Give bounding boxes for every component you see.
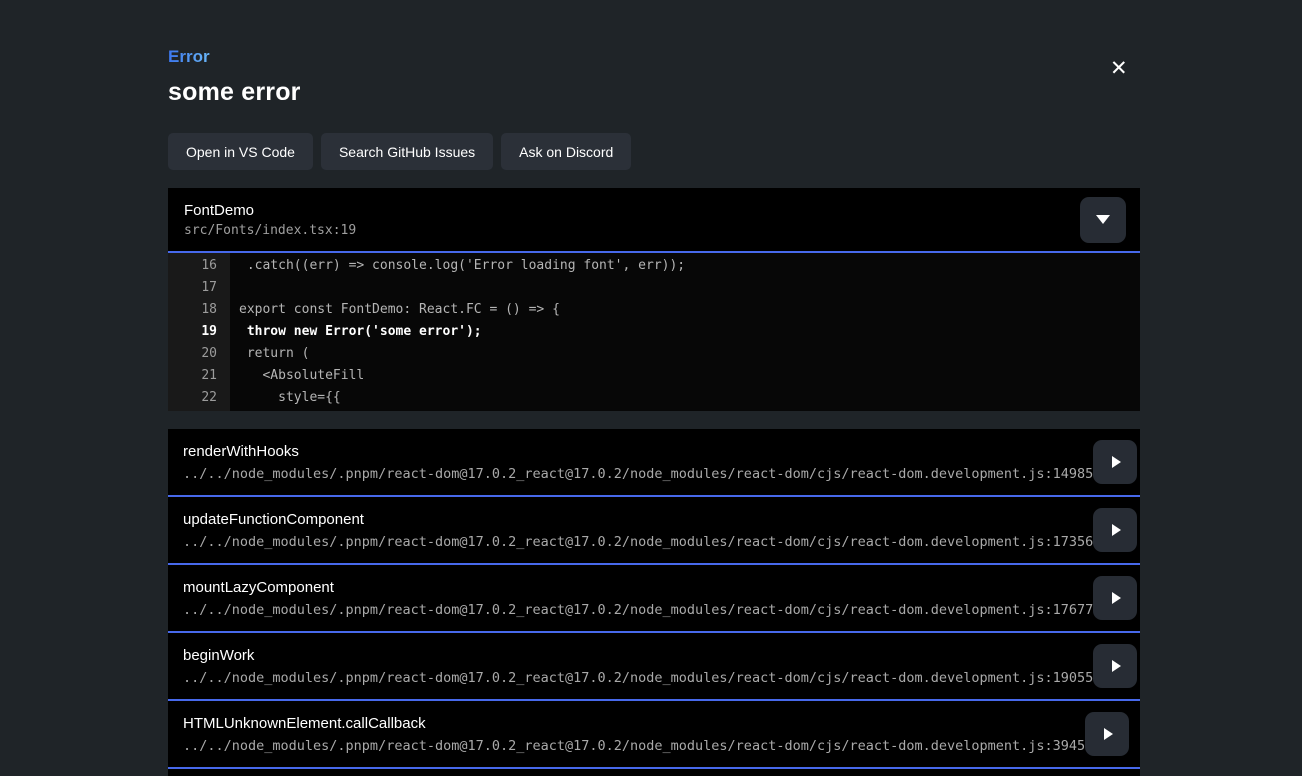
code-frame-location: src/Fonts/index.tsx:19 [184, 223, 356, 238]
stack-frame-name: HTMLUnknownElement.callCallback [183, 715, 1085, 732]
error-type-label: Error [168, 47, 210, 67]
code-snippet: 16 .catch((err) => console.log('Error lo… [168, 253, 1140, 411]
stack-frame-path: ../../node_modules/.pnpm/react-dom@17.0.… [183, 466, 1093, 482]
line-number: 20 [168, 343, 230, 365]
code-line: 16 .catch((err) => console.log('Error lo… [168, 255, 1140, 277]
expand-stack-frame-button[interactable] [1093, 576, 1137, 620]
line-number: 19 [168, 321, 230, 343]
code-frame: FontDemo src/Fonts/index.tsx:19 16 .catc… [168, 188, 1140, 411]
close-icon: ✕ [1110, 56, 1128, 80]
stack-frame-path: ../../node_modules/.pnpm/react-dom@17.0.… [183, 738, 1085, 754]
stack-frame-info: renderWithHooks ../../node_modules/.pnpm/… [183, 443, 1093, 482]
error-overlay: Error some error Open in VS Code Search … [168, 0, 1140, 776]
line-text: style={{ [230, 387, 341, 409]
code-frame-header: FontDemo src/Fonts/index.tsx:19 [168, 188, 1140, 253]
play-icon [1112, 592, 1121, 604]
collapse-frame-button[interactable] [1080, 197, 1126, 243]
stack-frame-row: updateFunctionComponent ../../node_module… [168, 497, 1140, 565]
stack-frame-info: HTMLUnknownElement.callCallback ../../nod… [183, 715, 1085, 754]
line-number: 22 [168, 387, 230, 409]
stack-frame-name: mountLazyComponent [183, 579, 1093, 596]
stack-frame-path: ../../node_modules/.pnpm/react-dom@17.0.… [183, 602, 1093, 618]
line-text: export const FontDemo: React.FC = () => … [230, 299, 560, 321]
line-text: <AbsoluteFill [230, 365, 364, 387]
line-number: 16 [168, 255, 230, 277]
line-text: throw new Error('some error'); [230, 321, 482, 343]
line-number: 17 [168, 277, 230, 299]
ask-on-discord-button[interactable]: Ask on Discord [501, 133, 631, 170]
line-number: 18 [168, 299, 230, 321]
stack-frame-name: updateFunctionComponent [183, 511, 1093, 528]
search-github-issues-button[interactable]: Search GitHub Issues [321, 133, 493, 170]
play-icon [1104, 728, 1113, 740]
stack-frame-info: mountLazyComponent ../../node_modules/.pn… [183, 579, 1093, 618]
stack-frame-name: beginWork [183, 647, 1093, 664]
open-in-vscode-button[interactable]: Open in VS Code [168, 133, 313, 170]
stack-frame-info: updateFunctionComponent ../../node_module… [183, 511, 1093, 550]
stack-frame-row: beginWork ../../node_modules/.pnpm/react-… [168, 633, 1140, 701]
code-line-highlighted: 19 throw new Error('some error'); [168, 321, 1140, 343]
stack-frame-row [168, 769, 1140, 776]
line-number: 21 [168, 365, 230, 387]
code-line: 17 [168, 277, 1140, 299]
stack-frame-row: HTMLUnknownElement.callCallback ../../nod… [168, 701, 1140, 769]
stack-frame-list: renderWithHooks ../../node_modules/.pnpm/… [168, 429, 1140, 776]
play-icon [1112, 660, 1121, 672]
code-line: 18export const FontDemo: React.FC = () =… [168, 299, 1140, 321]
stack-frame-path: ../../node_modules/.pnpm/react-dom@17.0.… [183, 670, 1093, 686]
play-icon [1112, 456, 1121, 468]
close-button[interactable]: ✕ [1110, 58, 1128, 79]
code-line: 20 return ( [168, 343, 1140, 365]
code-frame-heading: FontDemo src/Fonts/index.tsx:19 [184, 202, 356, 238]
stack-frame-path: ../../node_modules/.pnpm/react-dom@17.0.… [183, 534, 1093, 550]
code-line: 22 style={{ [168, 387, 1140, 409]
expand-stack-frame-button[interactable] [1093, 508, 1137, 552]
expand-stack-frame-button[interactable] [1093, 440, 1137, 484]
code-line: 21 <AbsoluteFill [168, 365, 1140, 387]
stack-frame-row: mountLazyComponent ../../node_modules/.pn… [168, 565, 1140, 633]
play-icon [1112, 524, 1121, 536]
stack-frame-name: renderWithHooks [183, 443, 1093, 460]
expand-stack-frame-button[interactable] [1093, 644, 1137, 688]
line-text: .catch((err) => console.log('Error loadi… [230, 255, 685, 277]
line-text [230, 277, 239, 299]
line-text: return ( [230, 343, 309, 365]
code-frame-title: FontDemo [184, 202, 356, 219]
stack-frame-row: renderWithHooks ../../node_modules/.pnpm/… [168, 429, 1140, 497]
chevron-down-icon [1096, 215, 1110, 224]
action-buttons: Open in VS Code Search GitHub Issues Ask… [168, 133, 1140, 170]
error-message: some error [168, 78, 1140, 107]
expand-stack-frame-button[interactable] [1085, 712, 1129, 756]
stack-frame-info: beginWork ../../node_modules/.pnpm/react-… [183, 647, 1093, 686]
